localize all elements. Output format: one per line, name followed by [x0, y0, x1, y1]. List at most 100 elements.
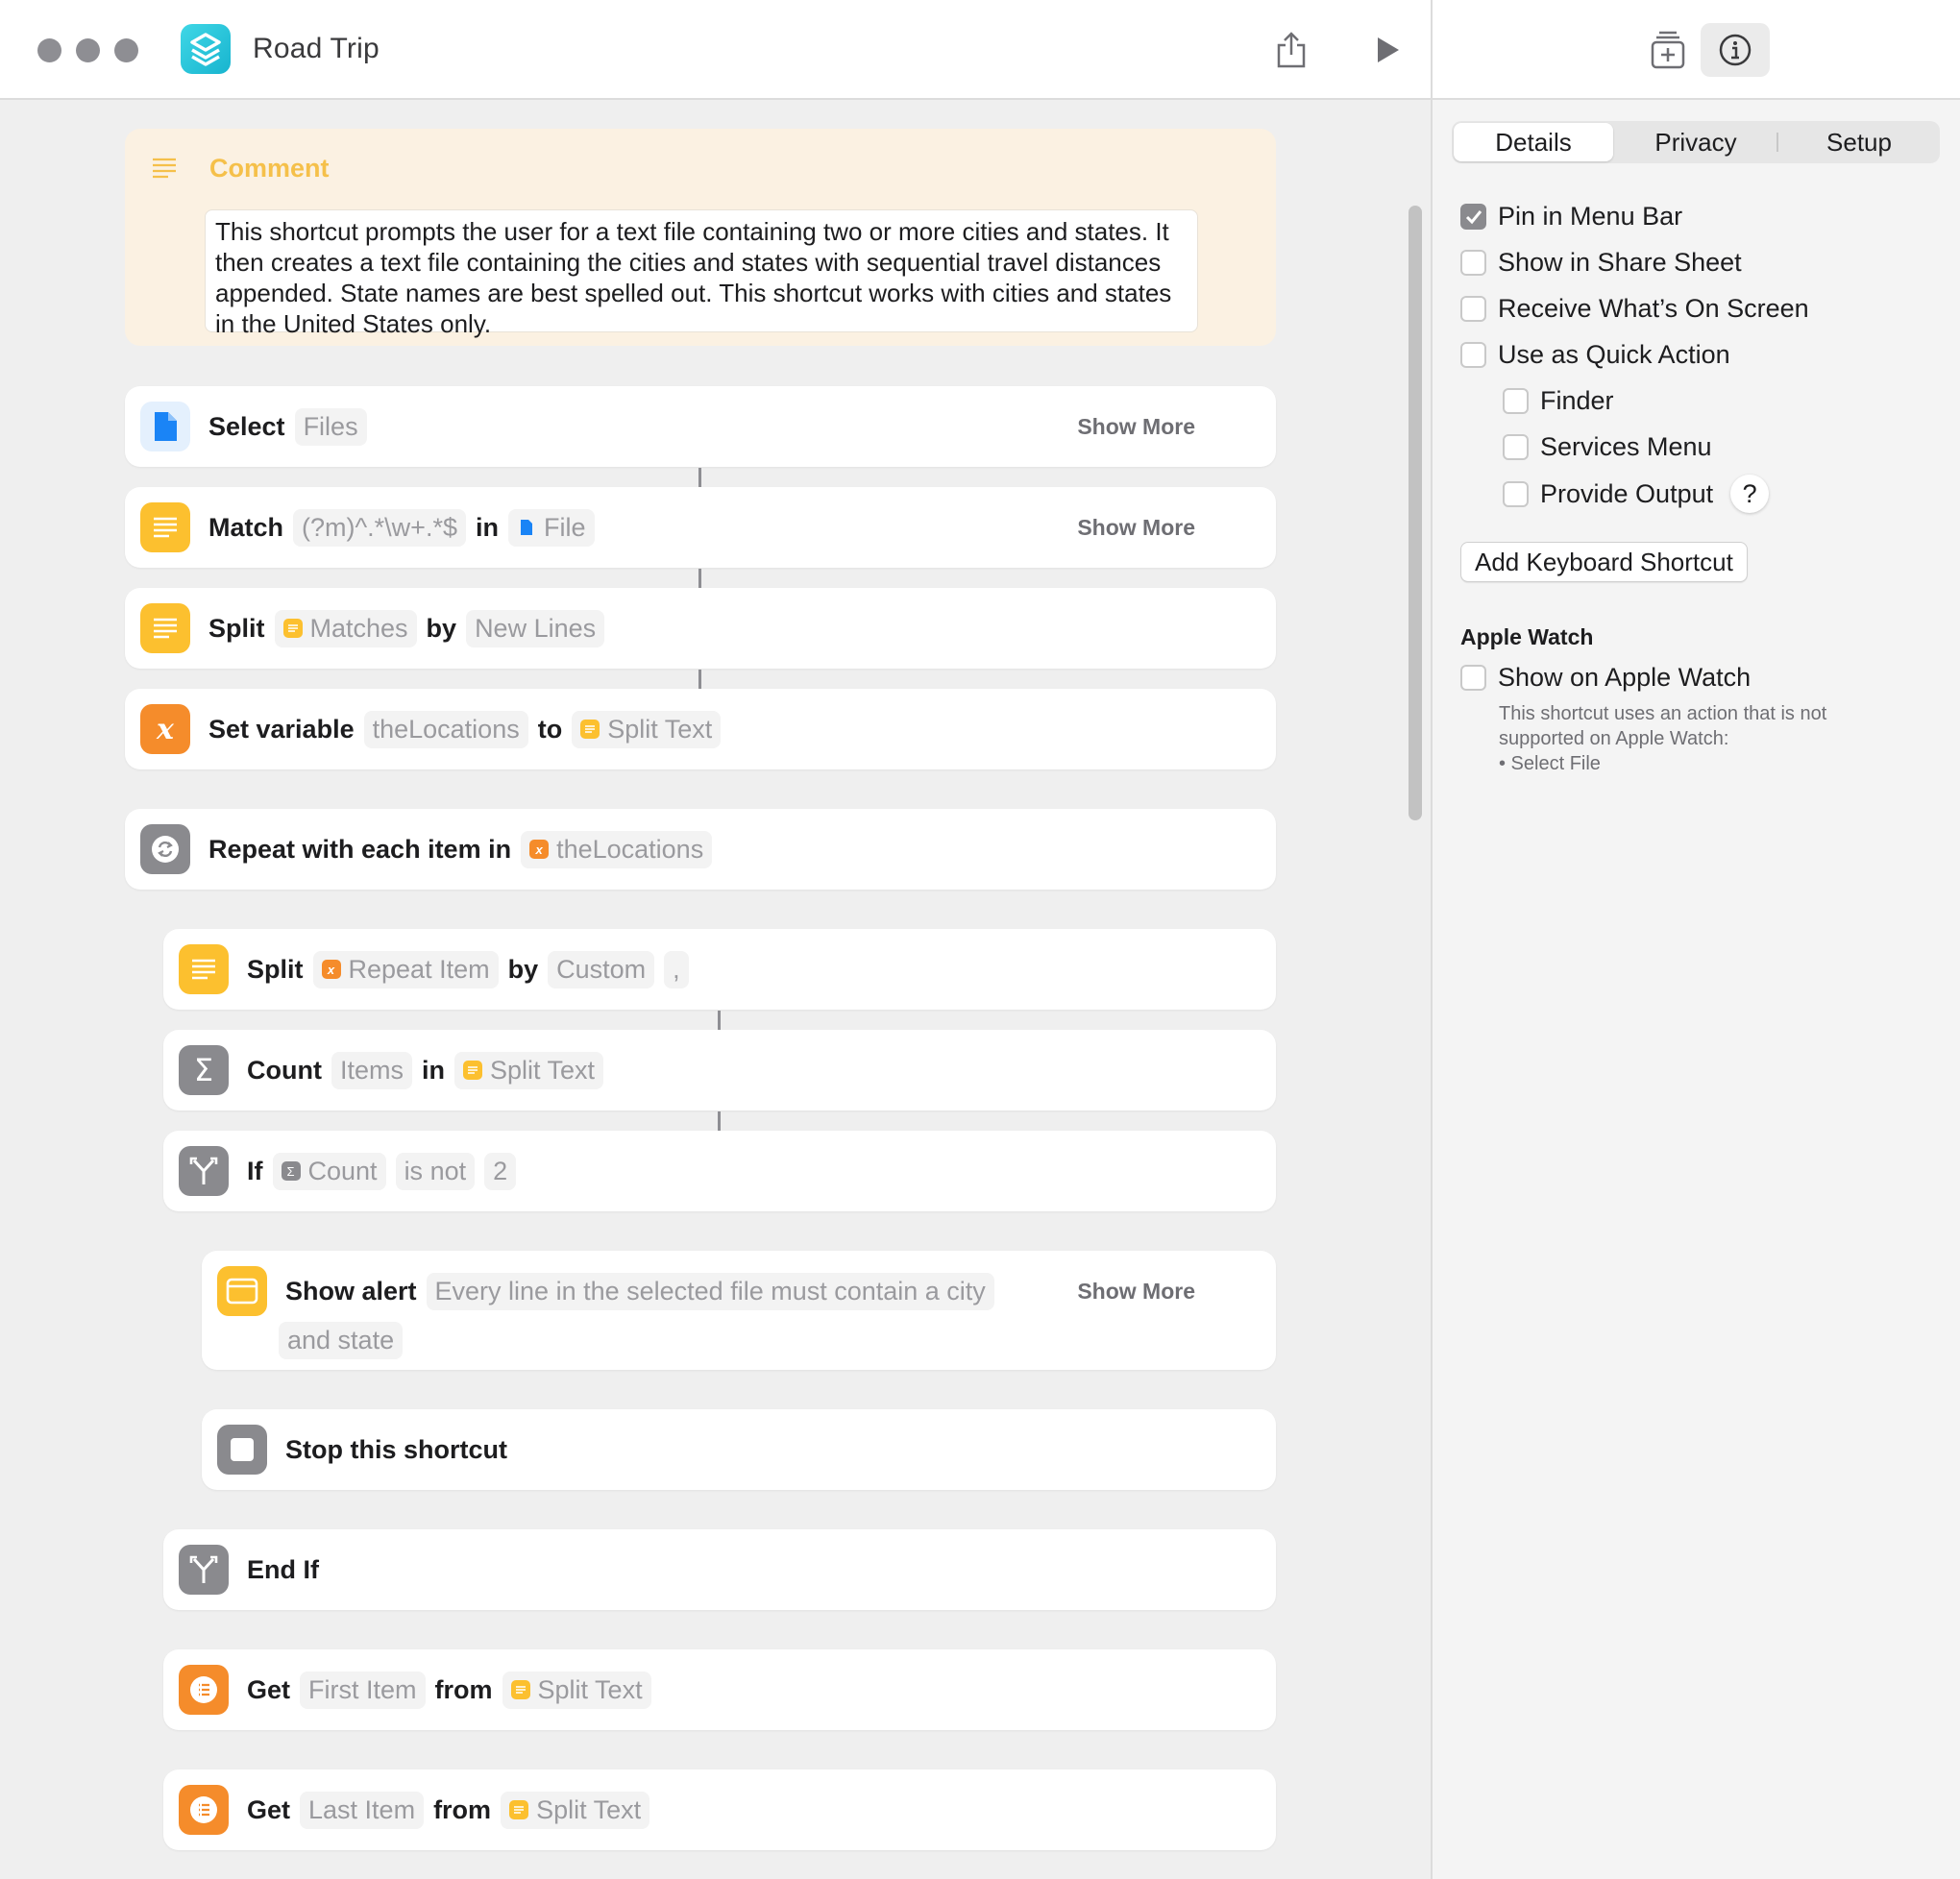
option-label: Provide Output [1540, 478, 1714, 508]
action-verb: Count [247, 1055, 322, 1085]
action-verb: Show alert [285, 1276, 417, 1306]
action-verb: Match [208, 512, 284, 542]
checkbox-checked[interactable] [1460, 204, 1486, 230]
param-item-position[interactable]: Last Item [300, 1791, 425, 1829]
option-quick-action[interactable]: Use as Quick Action [1460, 340, 1730, 370]
action-split-repeat-item[interactable]: Split x Repeat Item by Custom , [163, 929, 1276, 1010]
action-count[interactable]: Σ Count Items in Split Text [163, 1030, 1276, 1110]
param-locations-label: theLocations [556, 834, 704, 864]
details-inspector: Details Privacy Setup Pin in Menu Bar Sh… [1433, 100, 1960, 1879]
action-get-last-item[interactable]: Get Last Item from Split Text [163, 1769, 1276, 1850]
checkbox[interactable] [1503, 388, 1529, 414]
help-button[interactable]: ? [1730, 475, 1770, 513]
comment-text[interactable]: This shortcut prompts the user for a tex… [205, 209, 1198, 338]
variable-mini-icon: x [321, 960, 341, 979]
param-items[interactable]: Items [331, 1051, 412, 1089]
checkbox[interactable] [1503, 480, 1529, 507]
action-if[interactable]: If Σ Count is not 2 [163, 1131, 1276, 1211]
action-split-text[interactable]: Split Matches by New Lines [125, 588, 1276, 669]
title-bar: Road Trip [0, 0, 1431, 100]
tab-setup[interactable]: Setup [1778, 121, 1940, 163]
option-share-sheet[interactable]: Show in Share Sheet [1460, 248, 1742, 278]
param-count[interactable]: Σ Count [272, 1152, 386, 1190]
checkbox[interactable] [1460, 296, 1486, 322]
sigma-mini-icon: Σ [281, 1161, 301, 1181]
action-library-icon [1651, 31, 1685, 69]
param-alert-message[interactable]: Every line in the selected file must con… [426, 1272, 994, 1310]
action-end-if[interactable]: End If [163, 1529, 1276, 1610]
run-button[interactable] [1362, 25, 1412, 75]
option-label: Receive What’s On Screen [1498, 294, 1809, 323]
show-more-button[interactable]: Show More [1077, 487, 1195, 568]
window-title[interactable]: Road Trip [253, 33, 380, 65]
param-locations[interactable]: x theLocations [521, 830, 713, 868]
param-file[interactable]: File [507, 508, 595, 547]
param-pattern[interactable]: (?m)^.*\w+.*$ [293, 508, 466, 547]
inspector-tabs: Details Privacy Setup [1452, 121, 1940, 163]
comment-block[interactable]: Comment This shortcut prompts the user f… [125, 129, 1276, 346]
action-match-text[interactable]: Match (?m)^.*\w+.*$ in File Show More [125, 487, 1276, 568]
param-split-text-label: Split Text [489, 1055, 596, 1085]
text-mini-icon [282, 619, 303, 638]
info-icon-wrap[interactable] [1710, 25, 1760, 75]
param-split-text[interactable]: Split Text [502, 1671, 651, 1709]
param-repeat-item[interactable]: x Repeat Item [312, 950, 499, 988]
inspector-header [1431, 0, 1960, 100]
param-custom-separator[interactable]: , [664, 950, 689, 988]
keyword-by: by [426, 613, 457, 643]
document-icon [140, 402, 190, 451]
option-provide-output[interactable]: Provide Output ? [1503, 475, 1770, 513]
action-stop-shortcut[interactable]: Stop this shortcut [202, 1409, 1276, 1490]
close-window-button[interactable] [37, 38, 61, 62]
option-finder[interactable]: Finder [1503, 386, 1614, 416]
action-verb: Select [208, 411, 285, 441]
show-more-button[interactable]: Show More [1077, 1251, 1195, 1331]
alert-window-icon [217, 1266, 267, 1316]
param-condition[interactable]: is not [395, 1152, 476, 1190]
option-services-menu[interactable]: Services Menu [1503, 432, 1712, 462]
option-pin-menu-bar[interactable]: Pin in Menu Bar [1460, 202, 1682, 232]
param-matches[interactable]: Matches [274, 609, 417, 647]
minimize-window-button[interactable] [76, 38, 100, 62]
tab-privacy[interactable]: Privacy [1615, 121, 1776, 163]
param-item-position[interactable]: First Item [300, 1671, 426, 1709]
action-get-first-item[interactable]: Get First Item from Split Text [163, 1649, 1276, 1730]
action-select-files[interactable]: Select Files Show More [125, 386, 1276, 467]
shortcut-icon[interactable] [181, 24, 231, 74]
checkbox[interactable] [1460, 665, 1486, 691]
scrollbar[interactable] [1409, 206, 1422, 820]
checkbox[interactable] [1460, 250, 1486, 276]
action-set-variable[interactable]: x Set variable theLocations to Split Tex… [125, 689, 1276, 769]
checkbox[interactable] [1503, 434, 1529, 460]
param-split-text[interactable]: Split Text [501, 1791, 650, 1829]
share-button[interactable] [1266, 25, 1316, 75]
param-count-label: Count [307, 1156, 378, 1185]
list-icon [179, 1665, 229, 1715]
param-alert-message-cont[interactable]: and state [279, 1322, 404, 1359]
option-apple-watch[interactable]: Show on Apple Watch [1460, 663, 1751, 693]
action-repeat-each[interactable]: Repeat with each item in x theLocations [125, 809, 1276, 890]
param-separator[interactable]: Custom [548, 950, 655, 988]
param-variable-name[interactable]: theLocations [363, 710, 528, 748]
param-files[interactable]: Files [294, 407, 367, 446]
param-split-text[interactable]: Split Text [572, 710, 722, 748]
param-repeat-item-label: Repeat Item [348, 954, 490, 984]
text-mini-icon [510, 1680, 530, 1699]
action-show-alert[interactable]: Show alert Every line in the selected fi… [202, 1251, 1276, 1370]
param-separator[interactable]: New Lines [466, 609, 605, 647]
repeat-icon [140, 824, 190, 874]
option-receive-screen[interactable]: Receive What’s On Screen [1460, 294, 1809, 324]
show-more-button[interactable]: Show More [1077, 386, 1195, 467]
note-line: • Select File [1499, 753, 1601, 774]
action-library-button[interactable] [1643, 25, 1693, 75]
keyword-in: in [421, 1055, 445, 1085]
action-verb: End If [247, 1554, 319, 1584]
checkbox[interactable] [1460, 342, 1486, 368]
param-value[interactable]: 2 [484, 1152, 517, 1190]
keyword-to: to [537, 714, 563, 744]
add-keyboard-shortcut-button[interactable]: Add Keyboard Shortcut [1460, 542, 1748, 582]
param-split-text[interactable]: Split Text [453, 1051, 604, 1089]
file-mini-icon [517, 518, 536, 537]
zoom-window-button[interactable] [114, 38, 138, 62]
tab-details[interactable]: Details [1454, 121, 1613, 163]
